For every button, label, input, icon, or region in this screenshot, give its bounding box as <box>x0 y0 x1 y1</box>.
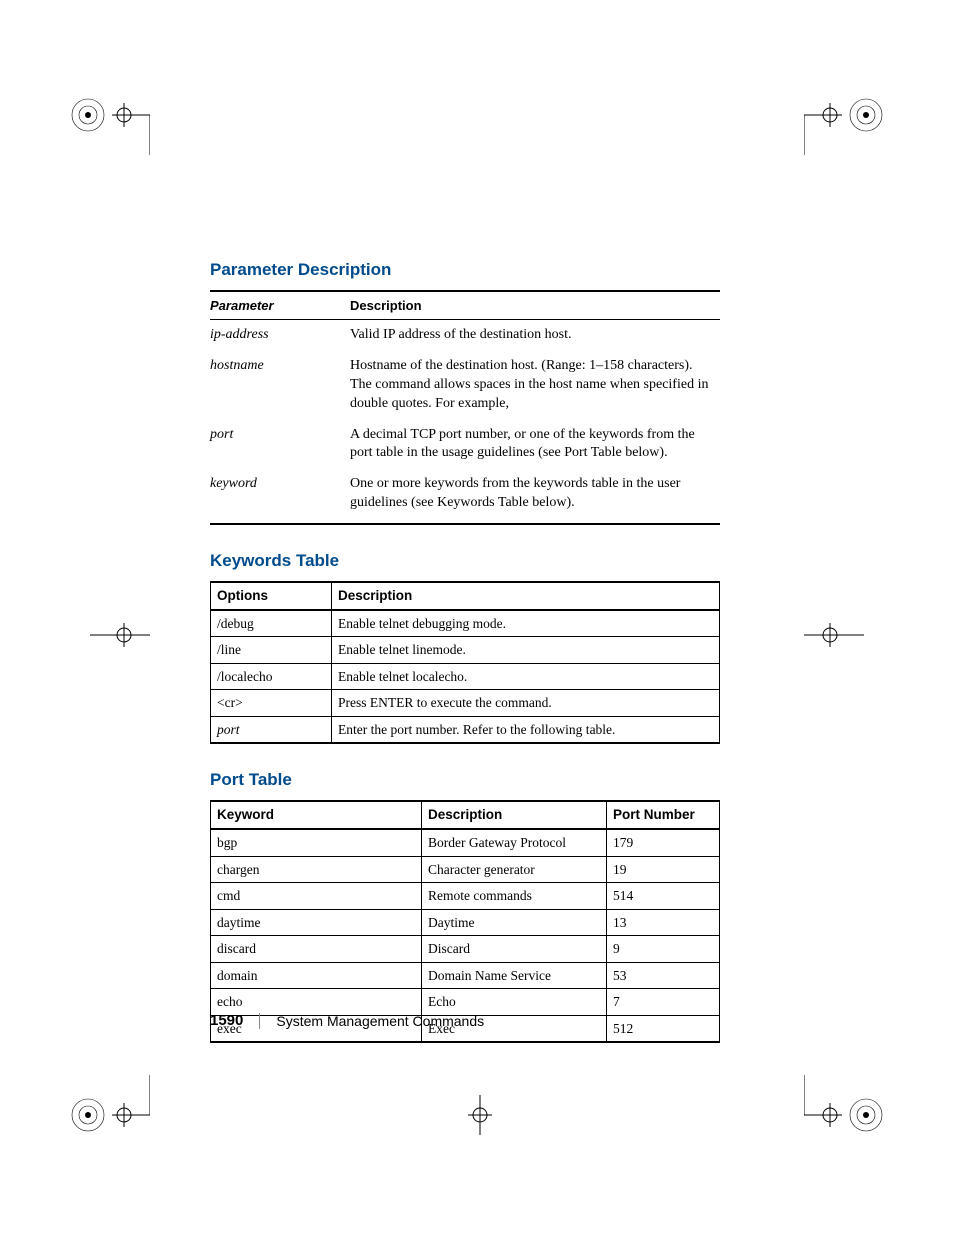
table-header-row: Parameter Description <box>210 291 720 320</box>
param-desc: A decimal TCP port number, or one of the… <box>350 420 720 470</box>
table-row: port Enter the port number. Refer to the… <box>211 716 720 743</box>
table-row: cmd Remote commands 514 <box>211 883 720 910</box>
footer-separator <box>259 1013 260 1029</box>
col-header-options: Options <box>211 582 332 610</box>
keyword-option: /line <box>211 637 332 664</box>
page-number: 1590 <box>210 1012 259 1029</box>
param-name: hostname <box>210 351 350 420</box>
crop-mark-bottom-right <box>804 1075 884 1155</box>
keyword-desc: Press ENTER to execute the command. <box>332 690 720 717</box>
crop-mark-mid-right <box>804 595 884 675</box>
keywords-table: Options Description /debug Enable telnet… <box>210 581 720 744</box>
col-header-description: Description <box>422 801 607 829</box>
page-content: Parameter Description Parameter Descript… <box>210 260 720 1069</box>
table-row: bgp Border Gateway Protocol 179 <box>211 829 720 856</box>
table-row: ip-address Valid IP address of the desti… <box>210 320 720 351</box>
port-number: 179 <box>607 829 720 856</box>
col-header-port-number: Port Number <box>607 801 720 829</box>
port-number: 13 <box>607 909 720 936</box>
param-name: keyword <box>210 469 350 524</box>
port-keyword: domain <box>211 962 422 989</box>
table-row: /localecho Enable telnet localecho. <box>211 663 720 690</box>
port-keyword: discard <box>211 936 422 963</box>
keyword-desc: Enable telnet debugging mode. <box>332 610 720 637</box>
crop-mark-top-right <box>804 75 884 155</box>
port-keyword: chargen <box>211 856 422 883</box>
port-desc: Domain Name Service <box>422 962 607 989</box>
table-row: discard Discard 9 <box>211 936 720 963</box>
table-row: port A decimal TCP port number, or one o… <box>210 420 720 470</box>
keyword-desc: Enter the port number. Refer to the foll… <box>332 716 720 743</box>
section-title-keywords-table: Keywords Table <box>210 551 720 571</box>
table-header-row: Options Description <box>211 582 720 610</box>
table-row: /line Enable telnet linemode. <box>211 637 720 664</box>
col-header-description: Description <box>350 291 720 320</box>
param-desc: One or more keywords from the keywords t… <box>350 469 720 524</box>
port-desc: Border Gateway Protocol <box>422 829 607 856</box>
port-number: 53 <box>607 962 720 989</box>
table-row: /debug Enable telnet debugging mode. <box>211 610 720 637</box>
table-row: daytime Daytime 13 <box>211 909 720 936</box>
col-header-parameter: Parameter <box>210 291 350 320</box>
port-desc: Discard <box>422 936 607 963</box>
section-title-port-table: Port Table <box>210 770 720 790</box>
keyword-option: /debug <box>211 610 332 637</box>
col-header-keyword: Keyword <box>211 801 422 829</box>
port-keyword: bgp <box>211 829 422 856</box>
table-row: hostname Hostname of the destination hos… <box>210 351 720 420</box>
port-number: 514 <box>607 883 720 910</box>
keyword-desc: Enable telnet localecho. <box>332 663 720 690</box>
table-row: chargen Character generator 19 <box>211 856 720 883</box>
crop-mark-top-left <box>70 75 150 155</box>
keyword-desc: Enable telnet linemode. <box>332 637 720 664</box>
parameter-description-table: Parameter Description ip-address Valid I… <box>210 290 720 525</box>
table-row: keyword One or more keywords from the ke… <box>210 469 720 524</box>
param-desc: Valid IP address of the destination host… <box>350 320 720 351</box>
page-footer: 1590 System Management Commands <box>210 1012 720 1029</box>
port-number: 9 <box>607 936 720 963</box>
param-name: ip-address <box>210 320 350 351</box>
table-row: domain Domain Name Service 53 <box>211 962 720 989</box>
section-title-parameter-description: Parameter Description <box>210 260 720 280</box>
crop-mark-bottom-left <box>70 1075 150 1155</box>
port-keyword: daytime <box>211 909 422 936</box>
keyword-option: port <box>211 716 332 743</box>
param-desc: Hostname of the destination host. (Range… <box>350 351 720 420</box>
port-table: Keyword Description Port Number bgp Bord… <box>210 800 720 1043</box>
keyword-option: <cr> <box>211 690 332 717</box>
table-header-row: Keyword Description Port Number <box>211 801 720 829</box>
port-keyword: cmd <box>211 883 422 910</box>
col-header-description: Description <box>332 582 720 610</box>
port-desc: Character generator <box>422 856 607 883</box>
crop-mark-bottom-center <box>440 1075 520 1155</box>
param-name: port <box>210 420 350 470</box>
table-row: <cr> Press ENTER to execute the command. <box>211 690 720 717</box>
keyword-option: /localecho <box>211 663 332 690</box>
chapter-title: System Management Commands <box>276 1013 484 1029</box>
port-number: 19 <box>607 856 720 883</box>
port-desc: Daytime <box>422 909 607 936</box>
port-desc: Remote commands <box>422 883 607 910</box>
crop-mark-mid-left <box>70 595 150 675</box>
